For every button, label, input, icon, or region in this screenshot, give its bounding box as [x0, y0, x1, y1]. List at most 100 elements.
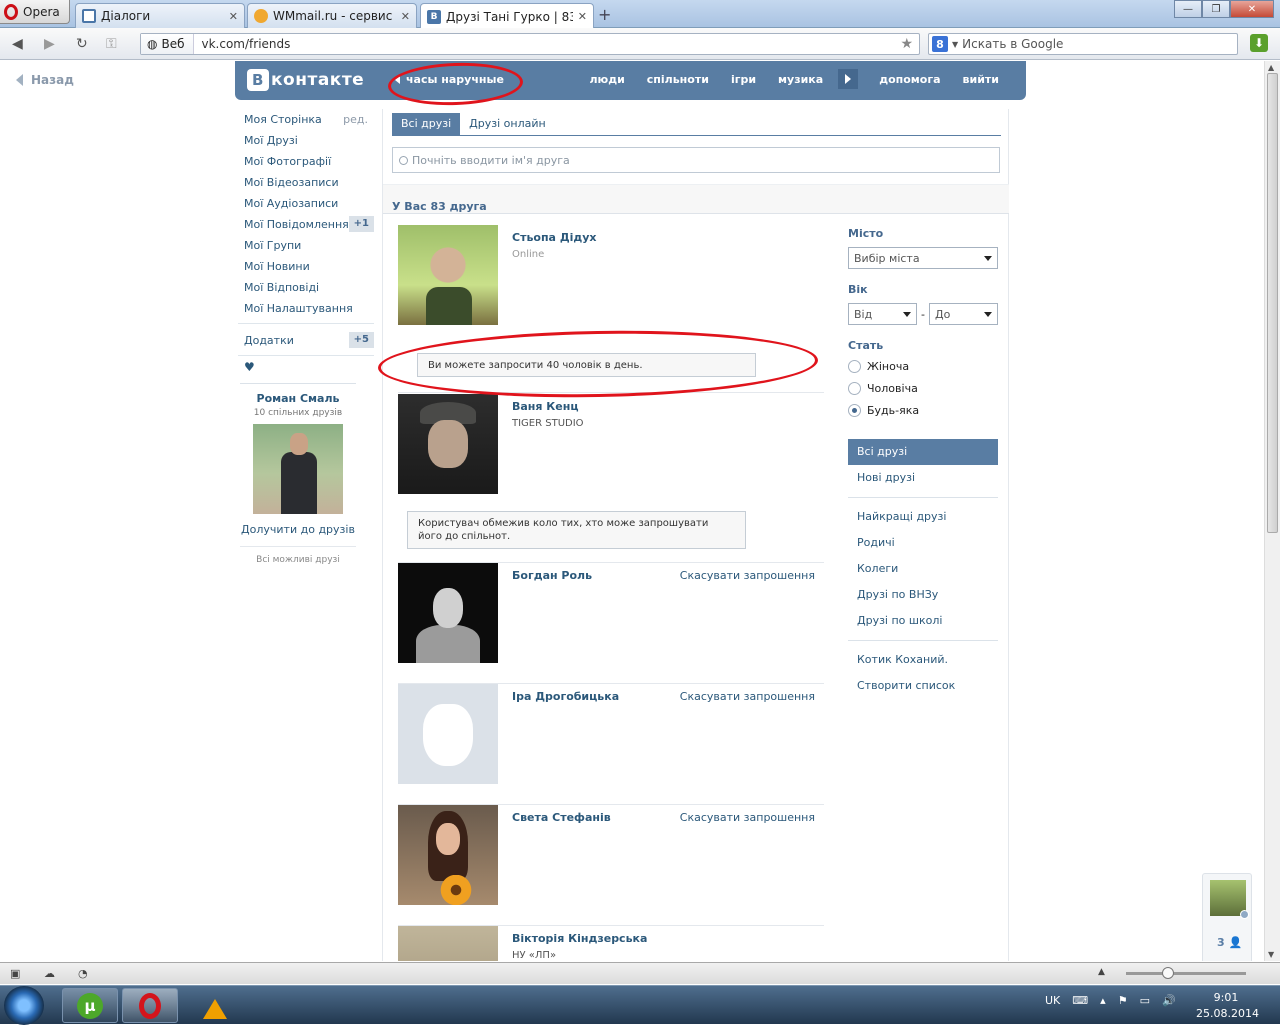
- opera-menu-button[interactable]: Opera: [0, 0, 70, 24]
- friend-name[interactable]: Іра Дрогобицька: [512, 690, 619, 703]
- flag-icon[interactable]: ⚑: [1118, 994, 1128, 1007]
- nav-music[interactable]: музика: [767, 73, 834, 89]
- back-arrow-icon[interactable]: ◀: [12, 36, 23, 52]
- back-link[interactable]: Назад: [16, 73, 74, 87]
- all-possible-friends-link[interactable]: Всі можливі друзі: [240, 546, 356, 565]
- heart-icon[interactable]: ♥: [244, 360, 374, 374]
- list-new-friends[interactable]: Нові друзі: [848, 465, 998, 491]
- menu-my-page[interactable]: Моя Сторінка ред.: [244, 109, 374, 130]
- bookmark-star-icon[interactable]: ★: [900, 36, 919, 52]
- tray-expand-icon[interactable]: ▴: [1100, 994, 1106, 1007]
- sex-option-female[interactable]: Жіноча: [848, 355, 998, 377]
- close-window-button[interactable]: ✕: [1230, 0, 1274, 18]
- close-tab-icon[interactable]: ✕: [578, 10, 587, 23]
- friend-photo[interactable]: [398, 225, 498, 325]
- restore-button[interactable]: ❐: [1202, 0, 1230, 18]
- friend-photo[interactable]: [398, 394, 498, 494]
- chevron-down-icon[interactable]: ▼: [952, 40, 958, 49]
- panel-toggle-icon[interactable]: ▣: [10, 967, 20, 980]
- language-indicator[interactable]: UK: [1045, 994, 1060, 1007]
- close-tab-icon[interactable]: ✕: [229, 10, 238, 23]
- common-friends-count[interactable]: 10 спільних друзів: [240, 408, 356, 418]
- address-field[interactable]: ◍ Веб vk.com/friends ★: [140, 33, 920, 55]
- browser-search-field[interactable]: 8 ▼ Искать в Google: [928, 33, 1238, 55]
- system-clock[interactable]: 9:01 25.08.2014: [1196, 990, 1259, 1022]
- web-badge[interactable]: ◍ Веб: [141, 34, 194, 54]
- friend-name[interactable]: Ваня Кенц: [512, 400, 579, 413]
- menu-my-news[interactable]: Мої Новини: [244, 256, 374, 277]
- list-custom[interactable]: Котик Коханий.: [848, 647, 998, 673]
- url-text[interactable]: vk.com/friends: [194, 37, 901, 51]
- page-scrollbar[interactable]: ▲ ▼: [1264, 61, 1280, 961]
- scroll-up-icon[interactable]: ▲: [1268, 63, 1274, 72]
- zoom-slider[interactable]: [1126, 967, 1246, 979]
- friend-photo-placeholder[interactable]: [398, 684, 498, 784]
- friend-name[interactable]: Вікторія Кіндзерська: [512, 932, 647, 945]
- menu-my-photos[interactable]: Мої Фотографії: [244, 151, 374, 172]
- cancel-invitation-link[interactable]: Скасувати запрошення: [680, 569, 815, 582]
- zoom-caret-icon[interactable]: ▲: [1098, 967, 1105, 977]
- scrollbar-thumb[interactable]: [1267, 73, 1278, 533]
- key-icon[interactable]: ⚿: [106, 36, 117, 52]
- friend-photo[interactable]: [398, 563, 498, 663]
- suggested-friend-photo[interactable]: [253, 424, 343, 514]
- network-icon[interactable]: ▭: [1140, 994, 1150, 1007]
- vk-logo[interactable]: В контакте: [247, 69, 364, 91]
- play-icon[interactable]: [838, 69, 859, 89]
- age-from-select[interactable]: Від: [848, 303, 917, 325]
- friend-name[interactable]: Света Стефанів: [512, 811, 611, 824]
- zoom-slider-knob[interactable]: [1162, 967, 1174, 979]
- add-to-friends-link[interactable]: Долучити до друзів: [240, 523, 356, 536]
- cancel-invitation-link[interactable]: Скасувати запрошення: [680, 690, 815, 703]
- minimize-button[interactable]: —: [1174, 0, 1202, 18]
- age-to-select[interactable]: До: [928, 303, 998, 325]
- friend-photo[interactable]: [398, 805, 498, 905]
- cloud-icon[interactable]: ☁: [44, 967, 55, 980]
- list-best-friends[interactable]: Найкращі друзі: [848, 504, 998, 530]
- menu-my-groups[interactable]: Мої Групи: [244, 235, 374, 256]
- speed-dial-icon[interactable]: ◔: [78, 967, 88, 980]
- nav-games[interactable]: ігри: [720, 73, 767, 89]
- nav-help[interactable]: допомога: [868, 73, 951, 89]
- friend-name[interactable]: Богдан Роль: [512, 569, 592, 582]
- taskbar-app[interactable]: [182, 988, 238, 1023]
- keyboard-icon[interactable]: ⌨: [1072, 994, 1088, 1007]
- list-all-friends[interactable]: Всі друзі: [848, 439, 998, 465]
- tab-all-friends[interactable]: Всі друзі: [392, 113, 461, 135]
- menu-my-settings[interactable]: Мої Налаштування: [244, 298, 374, 319]
- menu-my-videos[interactable]: Мої Відеозаписи: [244, 172, 374, 193]
- browser-tab-wmmail[interactable]: WMmail.ru - сервис п... ✕: [247, 3, 417, 28]
- create-list-link[interactable]: Створити список: [848, 673, 998, 699]
- download-icon[interactable]: ⬇: [1250, 34, 1268, 52]
- nav-communities[interactable]: спільноти: [636, 73, 720, 89]
- scroll-down-icon[interactable]: ▼: [1268, 950, 1274, 959]
- friend-photo[interactable]: [398, 926, 498, 961]
- browser-tab-dialogs[interactable]: Діалоги ✕: [75, 3, 245, 28]
- suggested-friend-name[interactable]: Роман Смаль: [240, 392, 356, 405]
- list-school-friends[interactable]: Друзі по школі: [848, 608, 998, 634]
- nav-people[interactable]: люди: [578, 73, 635, 89]
- taskbar-opera[interactable]: [122, 988, 178, 1023]
- list-colleagues[interactable]: Колеги: [848, 556, 998, 582]
- nav-logout[interactable]: вийти: [952, 73, 1010, 89]
- start-button[interactable]: [4, 986, 44, 1025]
- taskbar-utorrent[interactable]: µ: [62, 988, 118, 1023]
- menu-my-messages[interactable]: Мої Повідомлення +1: [244, 214, 374, 235]
- tab-friends-online[interactable]: Друзі онлайн: [460, 113, 555, 135]
- radio-button[interactable]: [848, 359, 861, 373]
- menu-apps[interactable]: Додатки +5: [244, 330, 374, 351]
- volume-icon[interactable]: 🔊: [1162, 994, 1176, 1007]
- cancel-invitation-link[interactable]: Скасувати запрошення: [680, 811, 815, 824]
- friend-name[interactable]: Стьопа Дідух: [512, 231, 597, 244]
- edit-link[interactable]: ред.: [343, 109, 368, 130]
- menu-my-answers[interactable]: Мої Відповіді: [244, 277, 374, 298]
- menu-my-audio[interactable]: Мої Аудіозаписи: [244, 193, 374, 214]
- menu-my-friends[interactable]: Мої Друзі: [244, 130, 374, 151]
- list-relatives[interactable]: Родичі: [848, 530, 998, 556]
- reload-icon[interactable]: ↻: [76, 36, 88, 52]
- chat-widget[interactable]: 3 👤: [1202, 873, 1252, 961]
- radio-button[interactable]: [848, 381, 861, 395]
- chat-avatar[interactable]: [1210, 880, 1249, 919]
- radio-button[interactable]: [848, 403, 861, 417]
- list-university-friends[interactable]: Друзі по ВНЗу: [848, 582, 998, 608]
